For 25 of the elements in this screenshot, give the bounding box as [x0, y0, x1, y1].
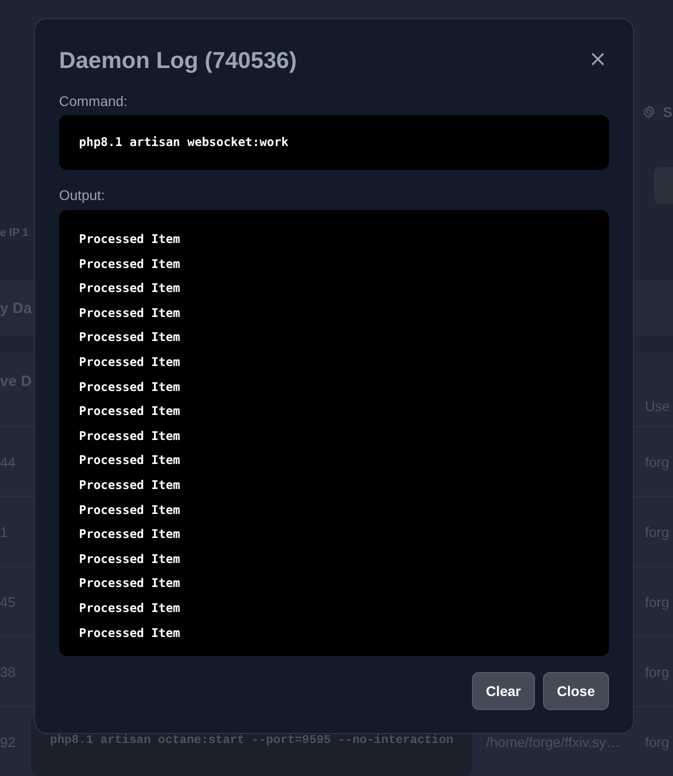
log-line: Processed Item — [79, 526, 182, 544]
dialog-button[interactable]: Close — [542, 672, 609, 710]
log-line: Processed Item — [79, 575, 182, 592]
log-line: Processed Item — [79, 502, 182, 519]
log-line: Processed Item — [79, 329, 182, 346]
command-text: php8.1 artisan websocket:work — [79, 134, 289, 152]
log-line: Processed Item — [79, 378, 182, 396]
dialog-button[interactable]: Clear — [472, 672, 535, 710]
log-line: Processed Item — [79, 280, 182, 298]
log-line: Processed Item — [79, 354, 182, 371]
log-line: Processed Item — [79, 452, 182, 470]
log-line: Processed Item — [79, 476, 182, 494]
log-line: Processed Item — [79, 231, 182, 248]
log-line: Processed Item — [79, 403, 182, 420]
field-label: Command: — [59, 93, 128, 109]
log-line: Processed Item — [79, 550, 182, 568]
modal-title: Daemon Log (740536) — [59, 46, 297, 74]
log-line: Processed Item — [79, 256, 182, 273]
settings-icon[interactable] — [642, 105, 656, 119]
field-label: Output: — [59, 187, 106, 203]
log-line: Processed Item — [79, 304, 182, 322]
log-line: Processed Item — [79, 624, 182, 642]
close-button[interactable]: × — [586, 49, 609, 71]
log-line: Processed Item — [79, 600, 182, 617]
log-line: Processed Item — [79, 428, 182, 445]
